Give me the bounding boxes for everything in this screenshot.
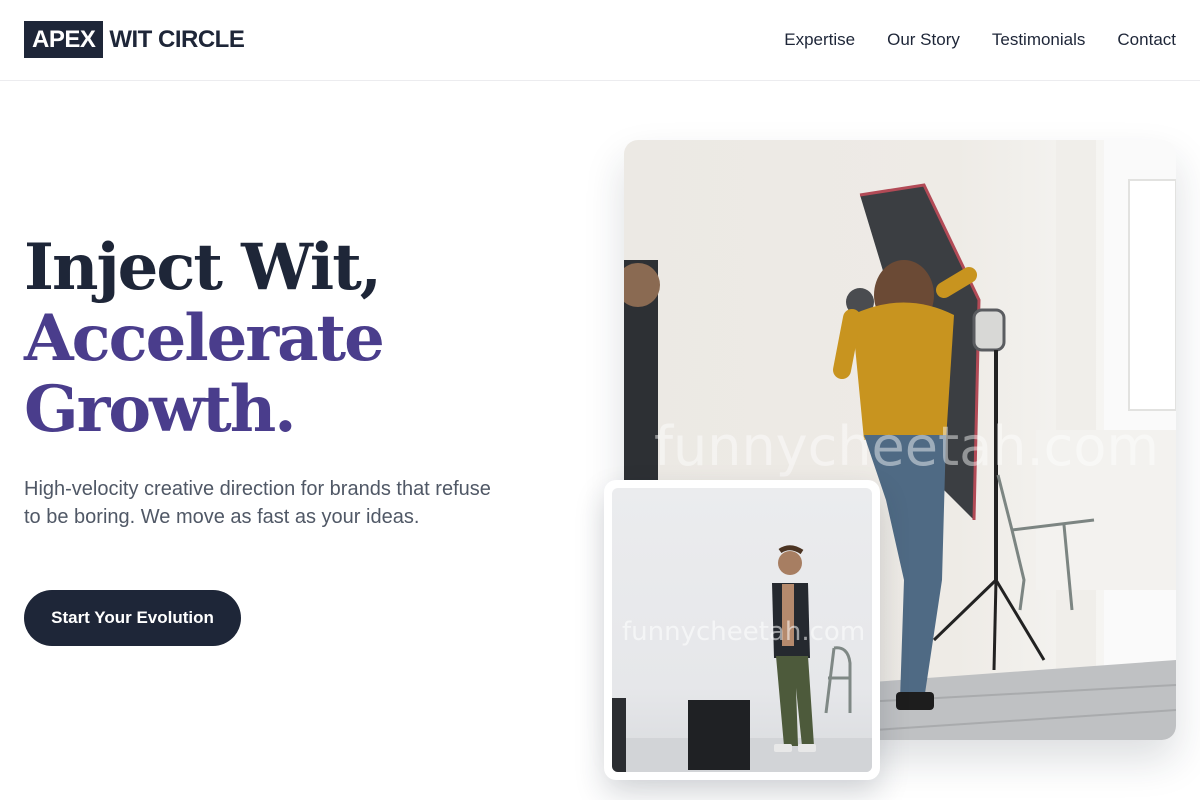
inset-photo: funnycheetah.com bbox=[612, 488, 872, 772]
logo-text: WIT CIRCLE bbox=[109, 25, 245, 53]
hero-headline: Inject Wit, Accelerate Growth. bbox=[24, 230, 385, 447]
headline-line-3: Growth. bbox=[24, 372, 297, 447]
inset-watermark: funnycheetah.com bbox=[622, 617, 865, 647]
inset-photo-card: funnycheetah.com bbox=[604, 480, 880, 780]
hero-subtext: High-velocity creative direction for bra… bbox=[24, 478, 491, 528]
headline-line-2: Accelerate bbox=[24, 301, 385, 376]
logo-box: APEX bbox=[24, 21, 104, 58]
start-evolution-button[interactable]: Start Your Evolution bbox=[24, 590, 241, 646]
main-nav: Expertise Our Story Testimonials Contact bbox=[784, 29, 1176, 51]
inset-photo-illustration: funnycheetah.com bbox=[612, 545, 872, 772]
headline-line-1: Inject Wit, bbox=[24, 230, 382, 305]
brand-logo[interactable]: APEX WIT CIRCLE bbox=[24, 21, 245, 58]
nav-link-our-story[interactable]: Our Story bbox=[887, 29, 960, 51]
nav-link-contact[interactable]: Contact bbox=[1117, 29, 1176, 51]
main-watermark: funnycheetah.com bbox=[654, 415, 1159, 478]
nav-link-testimonials[interactable]: Testimonials bbox=[992, 29, 1086, 51]
site-header: APEX WIT CIRCLE Expertise Our Story Test… bbox=[0, 0, 1200, 81]
nav-link-expertise[interactable]: Expertise bbox=[784, 29, 855, 51]
